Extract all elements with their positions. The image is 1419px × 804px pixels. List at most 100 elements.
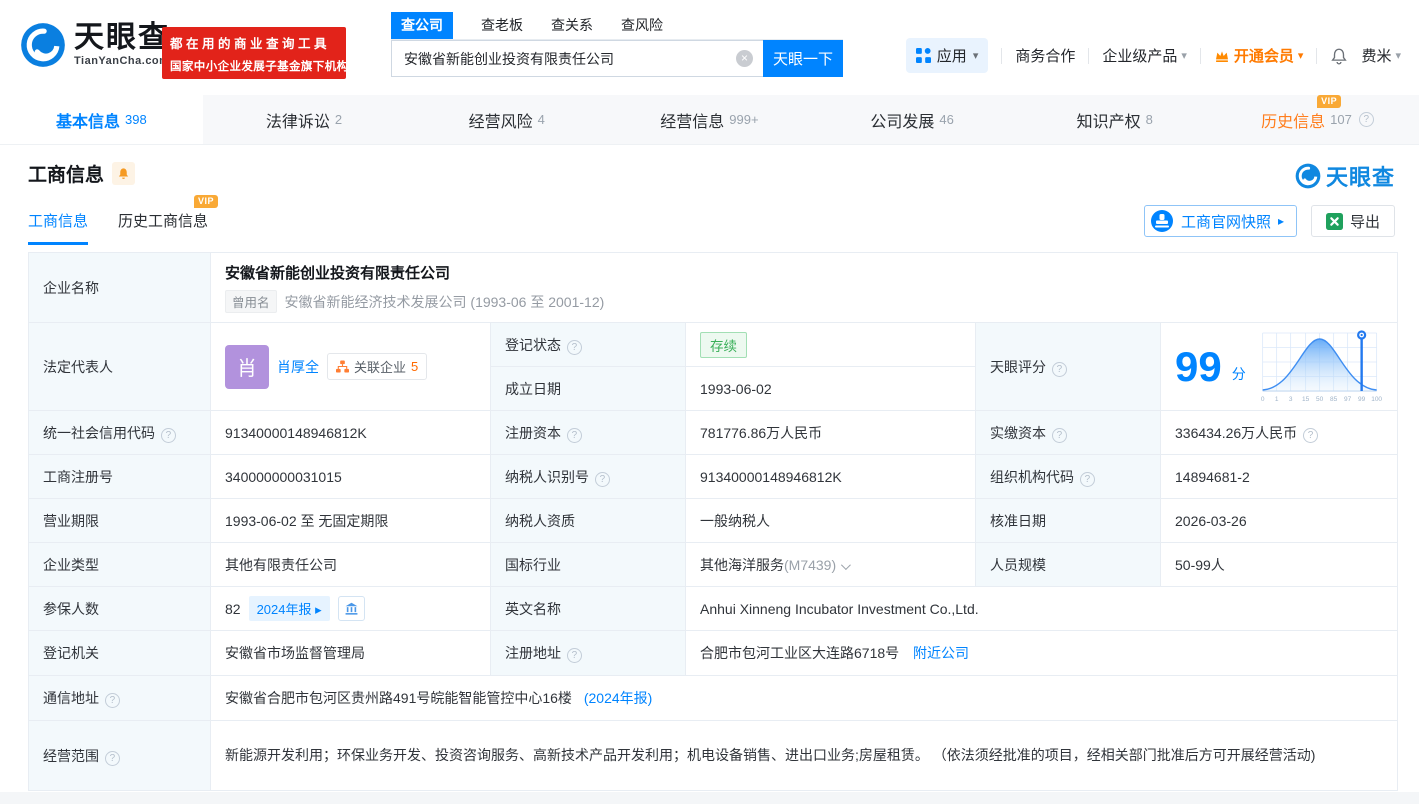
- annual-report-pill[interactable]: 2024年报 ▸: [249, 596, 330, 621]
- tab-count: 2: [335, 112, 342, 127]
- chevron-down-icon: ▾: [1181, 49, 1187, 62]
- tab-count: 398: [125, 112, 147, 127]
- help-icon[interactable]: ?: [567, 428, 582, 443]
- search-tab-company[interactable]: 查公司: [391, 12, 453, 39]
- help-icon[interactable]: ?: [1303, 428, 1318, 443]
- notification-bell-icon[interactable]: [1330, 47, 1348, 65]
- apps-grid-icon: [916, 48, 931, 63]
- tab-count: 46: [939, 112, 953, 127]
- slogan-badge: 都在用的商业查询工具 国家中小企业发展子基金旗下机构: [162, 27, 346, 79]
- building-icon: [344, 602, 359, 616]
- search-tab-relation[interactable]: 查关系: [551, 15, 593, 39]
- enterprise-products-menu[interactable]: 企业级产品 ▾: [1102, 45, 1187, 66]
- tab-business-info[interactable]: 经营信息 999+: [608, 95, 811, 144]
- business-scope-value: 新能源开发利用；环保业务开发、投资咨询服务、高新技术产品开发利用；机电设备销售、…: [211, 721, 1398, 791]
- watermark-text: 天眼查: [1326, 160, 1395, 192]
- company-name-label: 企业名称: [29, 253, 211, 323]
- mailing-address-value: 安徽省合肥市包河区贵州路491号皖能智能管控中心16楼: [225, 690, 572, 706]
- tab-intellectual-property[interactable]: 知识产权 8: [1013, 95, 1216, 144]
- official-snapshot-button[interactable]: 工商官网快照 ▸: [1144, 205, 1297, 237]
- mailing-address-label: 通信地址: [43, 690, 99, 706]
- svg-text:99: 99: [1358, 396, 1366, 403]
- subtab-history-registration[interactable]: 历史工商信息 VIP: [118, 210, 208, 245]
- user-menu[interactable]: 费米 ▾: [1361, 45, 1401, 66]
- arrow-right-icon: ▸: [315, 602, 322, 617]
- table-row: 企业名称 安徽省新能创业投资有限责任公司 曾用名 安徽省新能经济技术发展公司 (…: [29, 253, 1398, 323]
- divider: [1316, 48, 1317, 64]
- help-icon[interactable]: ?: [567, 340, 582, 355]
- help-icon[interactable]: ?: [567, 648, 582, 663]
- tab-count: 107: [1330, 112, 1352, 127]
- excel-icon: [1326, 213, 1343, 230]
- chevron-down-icon: ▾: [973, 49, 979, 62]
- apps-menu[interactable]: 应用 ▾: [906, 38, 989, 73]
- search-tab-risk[interactable]: 查风险: [621, 15, 663, 39]
- section-title: 工商信息: [28, 160, 104, 187]
- export-button[interactable]: 导出: [1311, 205, 1395, 237]
- nearby-companies-link[interactable]: 附近公司: [913, 645, 969, 661]
- svg-text:85: 85: [1330, 396, 1338, 403]
- legal-rep-name-link[interactable]: 肖厚全: [277, 357, 319, 377]
- chevron-down-icon: ▾: [1395, 49, 1401, 62]
- section-divider: [0, 792, 1419, 804]
- tab-label: 基本信息: [56, 108, 120, 132]
- reg-number-value: 340000000031015: [211, 455, 491, 499]
- industry-value: 其他海洋服务: [700, 557, 784, 573]
- taxpayer-id-label: 纳税人识别号: [505, 469, 589, 485]
- search-button[interactable]: 天眼一下: [763, 40, 843, 77]
- business-cooperation-link[interactable]: 商务合作: [1015, 45, 1075, 66]
- tianyancha-logo[interactable]: 天眼查 TianYanCha.com: [20, 22, 170, 68]
- tab-history-info[interactable]: 历史信息 VIP 107 ?: [1216, 95, 1419, 144]
- related-companies-button[interactable]: 关联企业 5: [327, 353, 427, 380]
- help-icon[interactable]: ?: [105, 751, 120, 766]
- help-icon[interactable]: ?: [1080, 472, 1095, 487]
- insured-trend-button[interactable]: [338, 596, 365, 621]
- reg-address-value: 合肥市包河工业区大连路6718号: [700, 645, 899, 661]
- clear-search-icon[interactable]: ×: [736, 50, 753, 67]
- subscribe-bell-button[interactable]: [112, 162, 135, 185]
- svg-text:15: 15: [1302, 396, 1310, 403]
- search-tab-boss[interactable]: 查老板: [481, 15, 523, 39]
- industry-dropdown[interactable]: 其他海洋服务(M7439): [686, 543, 976, 587]
- reg-authority-value: 安徽省市场监督管理局: [211, 631, 491, 676]
- apps-label: 应用: [937, 45, 967, 66]
- table-row: 营业期限 1993-06-02 至 无固定期限 纳税人资质 一般纳税人 核准日期…: [29, 499, 1398, 543]
- approval-date-value: 2026-03-26: [1161, 499, 1398, 543]
- help-icon[interactable]: ?: [161, 428, 176, 443]
- slogan-line2: 国家中小企业发展子基金旗下机构: [170, 58, 338, 74]
- svg-text:3: 3: [1289, 396, 1293, 403]
- insured-count-label: 参保人数: [29, 587, 211, 631]
- paid-capital-label: 实缴资本: [990, 425, 1046, 441]
- search-input[interactable]: [391, 40, 763, 77]
- join-vip-menu[interactable]: 开通会员 ▾: [1214, 45, 1304, 66]
- annual-report-link[interactable]: (2024年报): [584, 690, 652, 706]
- subtab-business-registration[interactable]: 工商信息: [28, 210, 88, 245]
- help-icon[interactable]: ?: [1052, 362, 1067, 377]
- taxpayer-id-value: 91340000148946812K: [686, 455, 976, 499]
- tab-company-development[interactable]: 公司发展 46: [811, 95, 1014, 144]
- help-icon[interactable]: ?: [105, 693, 120, 708]
- related-companies-label: 关联企业: [354, 357, 406, 376]
- legal-rep-avatar[interactable]: 肖: [225, 345, 269, 389]
- tab-business-risk[interactable]: 经营风险 4: [405, 95, 608, 144]
- help-icon[interactable]: ?: [1359, 112, 1374, 127]
- reg-address-label: 注册地址: [505, 645, 561, 661]
- logo-text: 天眼查: [74, 23, 170, 53]
- tab-legal-proceedings[interactable]: 法律诉讼 2: [203, 95, 406, 144]
- search-area: 查公司 查老板 查关系 查风险 × 天眼一下: [391, 15, 843, 77]
- reg-authority-label: 登记机关: [29, 631, 211, 676]
- table-row: 登记机关 安徽省市场监督管理局 注册地址 ? 合肥市包河工业区大连路6718号 …: [29, 631, 1398, 676]
- help-icon[interactable]: ?: [1052, 428, 1067, 443]
- approval-date-label: 核准日期: [976, 499, 1161, 543]
- help-icon[interactable]: ?: [595, 472, 610, 487]
- status-badge: 存续: [700, 332, 747, 358]
- score-label: 天眼评分: [990, 359, 1046, 375]
- business-scope-label: 经营范围: [43, 748, 99, 764]
- chevron-down-icon: ▾: [1298, 49, 1304, 62]
- tab-basic-info[interactable]: 基本信息 398: [0, 95, 203, 144]
- tab-label: 经营信息: [660, 108, 724, 132]
- english-name-value: Anhui Xinneng Incubator Investment Co.,L…: [686, 587, 1398, 631]
- tab-label: 历史信息: [1261, 114, 1325, 131]
- table-row: 经营范围 ? 新能源开发利用；环保业务开发、投资咨询服务、高新技术产品开发利用；…: [29, 721, 1398, 791]
- tab-label: 经营风险: [469, 108, 533, 132]
